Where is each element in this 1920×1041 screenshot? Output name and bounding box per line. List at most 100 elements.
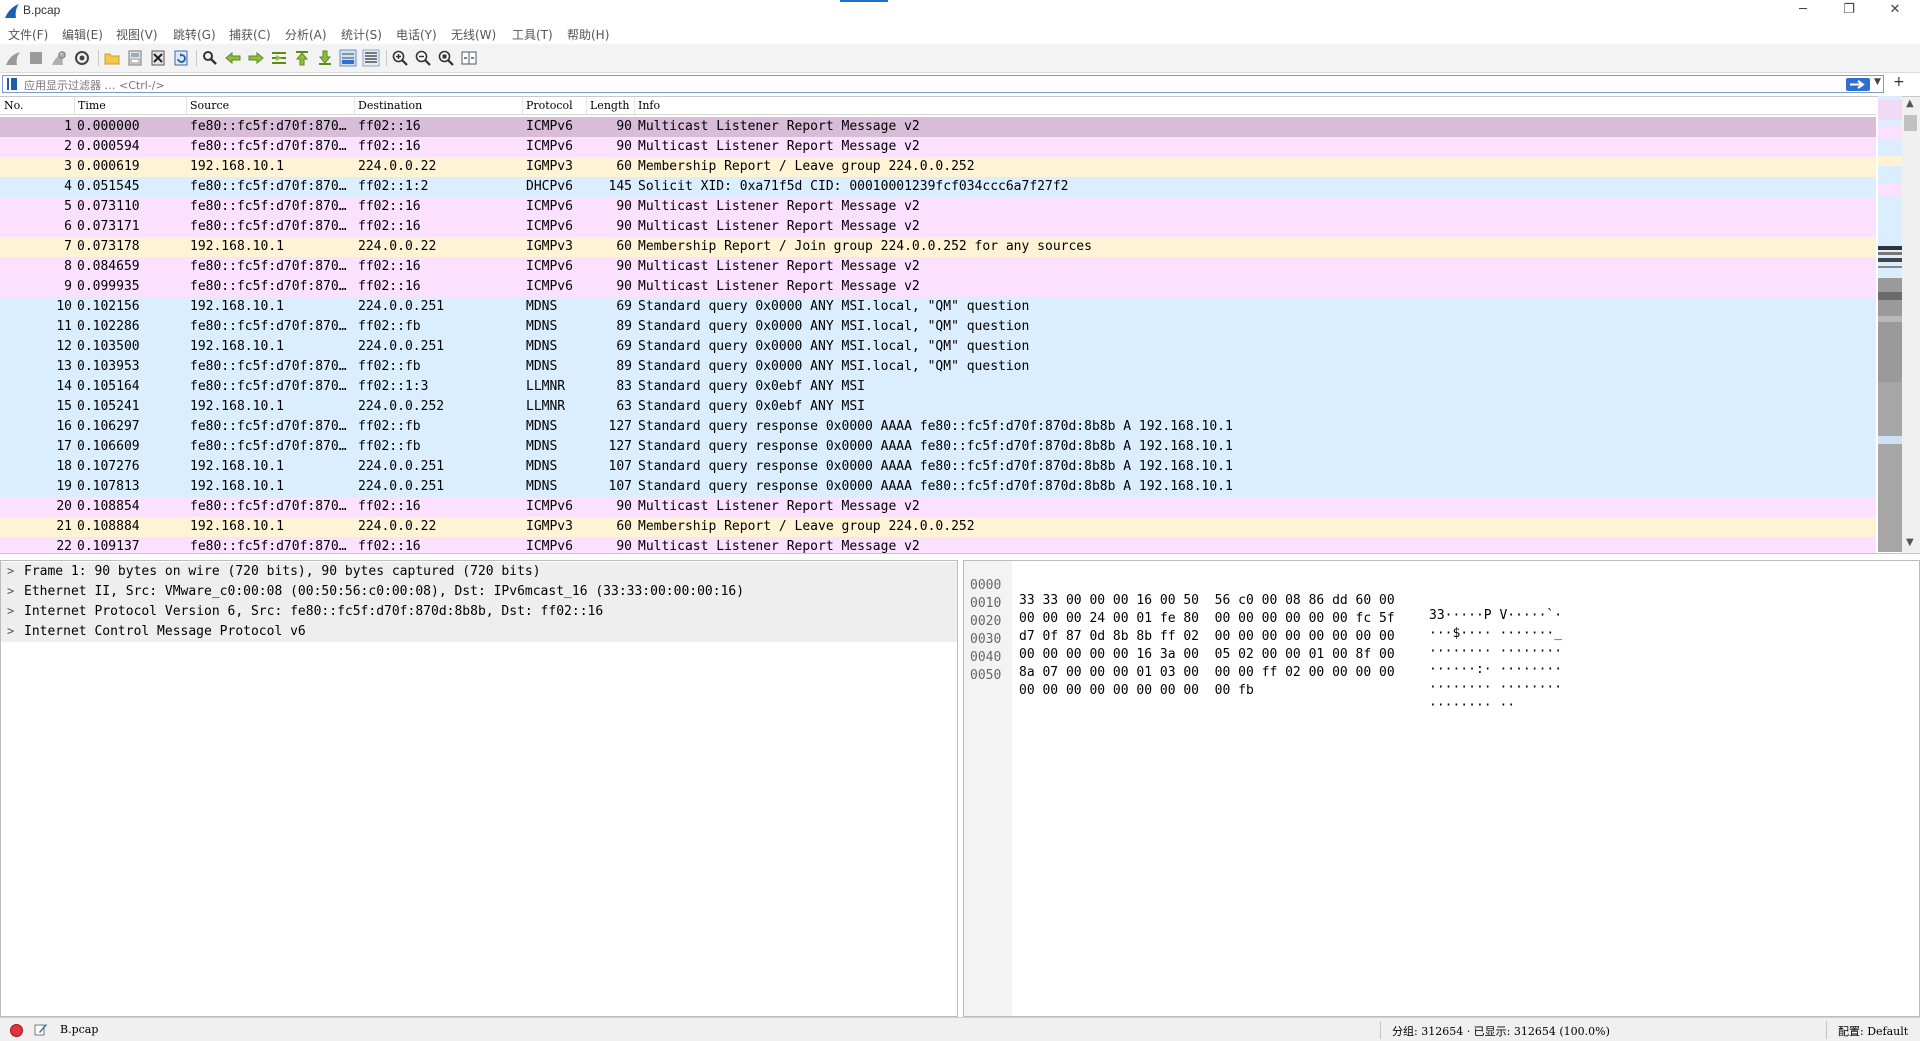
- table-row[interactable]: 20 0.108854 fe80::fc5f:d70f:870… ff02::16 IC…: [0, 497, 1876, 517]
- go-back-icon[interactable]: [224, 49, 242, 67]
- save-file-icon[interactable]: [126, 49, 144, 67]
- table-row[interactable]: 12 0.103500 192.168.10.1 224.0.0.251 MDNS 69 S…: [0, 337, 1876, 357]
- column-header-time[interactable]: Time: [78, 99, 106, 112]
- byte-ascii[interactable]: ········ ··: [1429, 698, 1515, 713]
- expand-chevron-icon[interactable]: >: [7, 624, 14, 638]
- reload-file-icon[interactable]: [172, 49, 190, 67]
- minimize-button[interactable]: ─: [1780, 0, 1826, 22]
- maximize-button[interactable]: ❐: [1826, 0, 1872, 22]
- table-row[interactable]: 9 0.099935 fe80::fc5f:d70f:870… ff02::16 ICM…: [0, 277, 1876, 297]
- menu-tools[interactable]: 工具(T): [512, 26, 553, 43]
- find-packet-icon[interactable]: [201, 49, 219, 67]
- capture-options-gear-icon[interactable]: [73, 49, 91, 67]
- auto-scroll-icon[interactable]: [339, 49, 357, 67]
- packet-list-scrollbar[interactable]: ▲ ▼: [1902, 97, 1920, 553]
- scroll-down-arrow-icon[interactable]: ▼: [1906, 537, 1914, 548]
- menu-file[interactable]: 文件(F): [8, 26, 48, 43]
- column-header-protocol[interactable]: Protocol: [526, 99, 573, 112]
- close-file-icon[interactable]: [149, 49, 167, 67]
- byte-ascii[interactable]: ···$···· ·······_: [1429, 626, 1562, 641]
- byte-hex[interactable]: 8a 07 00 00 00 01 03 00 00 00 ff 02 00 0…: [1019, 665, 1395, 680]
- column-header-source[interactable]: Source: [190, 99, 229, 112]
- menu-view[interactable]: 视图(V): [116, 26, 158, 43]
- column-header-length[interactable]: Length: [590, 99, 629, 112]
- edit-comment-pencil-icon[interactable]: [34, 1022, 48, 1036]
- menu-analyze[interactable]: 分析(A): [285, 26, 327, 43]
- table-row[interactable]: 10 0.102156 192.168.10.1 224.0.0.251 MDNS 69 S…: [0, 297, 1876, 317]
- table-row[interactable]: 17 0.106609 fe80::fc5f:d70f:870… ff02::fb MD…: [0, 437, 1876, 457]
- byte-row[interactable]: 0050 00 00 00 00 00 00 00 00 00 fb ·····…: [964, 653, 1515, 713]
- column-header-info[interactable]: Info: [638, 99, 660, 112]
- table-row[interactable]: 13 0.103953 fe80::fc5f:d70f:870… ff02::fb MD…: [0, 357, 1876, 377]
- start-capture-fin-icon[interactable]: [4, 49, 22, 67]
- expand-chevron-icon[interactable]: >: [7, 564, 14, 578]
- table-row[interactable]: 19 0.107813 192.168.10.1 224.0.0.251 MDNS 107…: [0, 477, 1876, 497]
- apply-filter-arrow-icon[interactable]: [1846, 78, 1870, 91]
- byte-row[interactable]: 0020 d7 0f 87 0d 8b 8b ff 02 00 00 00 00…: [964, 599, 1562, 659]
- table-row[interactable]: 15 0.105241 192.168.10.1 224.0.0.252 LLMNR 63…: [0, 397, 1876, 417]
- column-divider[interactable]: [186, 97, 187, 115]
- column-divider[interactable]: [354, 97, 355, 115]
- table-row[interactable]: 8 0.084659 fe80::fc5f:d70f:870… ff02::16 ICM…: [0, 257, 1876, 277]
- packet-minimap[interactable]: [1878, 96, 1902, 552]
- detail-ethernet[interactable]: > Ethernet II, Src: VMware_c0:00:08 (00:…: [1, 582, 957, 602]
- menu-telephony[interactable]: 电话(Y): [396, 26, 437, 43]
- column-divider[interactable]: [522, 97, 523, 115]
- detail-icmpv6[interactable]: > Internet Control Message Protocol v6: [1, 622, 957, 642]
- menu-wireless[interactable]: 无线(W): [451, 26, 496, 43]
- table-row[interactable]: 4 0.051545 fe80::fc5f:d70f:870… ff02::1:2 DH…: [0, 177, 1876, 197]
- byte-row[interactable]: 0040 8a 07 00 00 00 01 03 00 00 00 ff 02…: [964, 635, 1562, 695]
- table-row[interactable]: 5 0.073110 fe80::fc5f:d70f:870… ff02::16 ICM…: [0, 197, 1876, 217]
- scroll-up-arrow-icon[interactable]: ▲: [1906, 98, 1914, 109]
- byte-hex[interactable]: 00 00 00 24 00 01 fe 80 00 00 00 00 00 0…: [1019, 611, 1395, 626]
- go-first-packet-icon[interactable]: [293, 49, 311, 67]
- byte-hex[interactable]: 33 33 00 00 00 16 00 50 56 c0 00 08 86 d…: [1019, 593, 1395, 608]
- column-divider[interactable]: [634, 97, 635, 115]
- expert-info-red-icon[interactable]: [10, 1024, 23, 1037]
- column-divider[interactable]: [74, 97, 75, 115]
- detail-ipv6[interactable]: > Internet Protocol Version 6, Src: fe80…: [1, 602, 957, 622]
- table-row[interactable]: 16 0.106297 fe80::fc5f:d70f:870… ff02::fb MD…: [0, 417, 1876, 437]
- display-filter-input[interactable]: 应用显示过滤器 … <Ctrl-/> ▼: [2, 75, 1884, 93]
- byte-ascii[interactable]: 33·····P V·····`·: [1429, 608, 1562, 623]
- table-row[interactable]: 18 0.107276 192.168.10.1 224.0.0.251 MDNS 107…: [0, 457, 1876, 477]
- byte-row[interactable]: 0010 00 00 00 24 00 01 fe 80 00 00 00 00…: [964, 581, 1562, 641]
- resize-columns-icon[interactable]: [460, 49, 478, 67]
- table-row[interactable]: 2 0.000594 fe80::fc5f:d70f:870… ff02::16 ICM…: [0, 137, 1876, 157]
- colorize-packet-list-icon[interactable]: [362, 49, 380, 67]
- table-row[interactable]: 22 0.109137 fe80::fc5f:d70f:870… ff02::16 IC…: [0, 537, 1876, 553]
- expand-chevron-icon[interactable]: >: [7, 604, 14, 618]
- table-row[interactable]: 11 0.102286 fe80::fc5f:d70f:870… ff02::fb MD…: [0, 317, 1876, 337]
- restart-capture-icon[interactable]: [50, 49, 68, 67]
- byte-row[interactable]: 0030 00 00 00 00 00 16 3a 00 05 02 00 00…: [964, 617, 1562, 677]
- byte-ascii[interactable]: ······:· ········: [1429, 662, 1562, 677]
- column-divider[interactable]: [586, 97, 587, 115]
- byte-hex[interactable]: d7 0f 87 0d 8b 8b ff 02 00 00 00 00 00 0…: [1019, 629, 1395, 644]
- table-row[interactable]: 3 0.000619 192.168.10.1 224.0.0.22 IGMPv3 60 M…: [0, 157, 1876, 177]
- column-header-destination[interactable]: Destination: [358, 99, 422, 112]
- expand-chevron-icon[interactable]: >: [7, 584, 14, 598]
- go-to-packet-icon[interactable]: [270, 49, 288, 67]
- byte-row[interactable]: 0000 33 33 00 00 00 16 00 50 56 c0 00 08…: [964, 563, 1562, 623]
- status-profile[interactable]: 配置: Default: [1838, 1023, 1908, 1039]
- stop-capture-icon[interactable]: [27, 49, 45, 67]
- table-row[interactable]: 14 0.105164 fe80::fc5f:d70f:870… ff02::1:3 L…: [0, 377, 1876, 397]
- zoom-out-icon[interactable]: [414, 49, 432, 67]
- table-row[interactable]: 6 0.073171 fe80::fc5f:d70f:870… ff02::16 ICM…: [0, 217, 1876, 237]
- table-row[interactable]: 1 0.000000 fe80::fc5f:d70f:870… ff02::16 ICM…: [0, 117, 1876, 137]
- menu-edit[interactable]: 编辑(E): [62, 26, 103, 43]
- table-row[interactable]: 21 0.108884 192.168.10.1 224.0.0.22 IGMPv3 60…: [0, 517, 1876, 537]
- close-button[interactable]: ✕: [1872, 0, 1918, 22]
- byte-ascii[interactable]: ········ ········: [1429, 680, 1562, 695]
- menu-go[interactable]: 跳转(G): [173, 26, 216, 43]
- zoom-in-icon[interactable]: [391, 49, 409, 67]
- menu-capture[interactable]: 捕获(C): [229, 26, 271, 43]
- table-row[interactable]: 7 0.073178 192.168.10.1 224.0.0.22 IGMPv3 60 M…: [0, 237, 1876, 257]
- normal-size-icon[interactable]: [437, 49, 455, 67]
- go-forward-icon[interactable]: [247, 49, 265, 67]
- menu-help[interactable]: 帮助(H): [567, 26, 609, 43]
- filter-history-dropdown-icon[interactable]: ▼: [1874, 77, 1881, 87]
- scrollbar-thumb[interactable]: [1904, 115, 1917, 131]
- byte-ascii[interactable]: ········ ········: [1429, 644, 1562, 659]
- filter-bookmark-icon[interactable]: [5, 77, 19, 91]
